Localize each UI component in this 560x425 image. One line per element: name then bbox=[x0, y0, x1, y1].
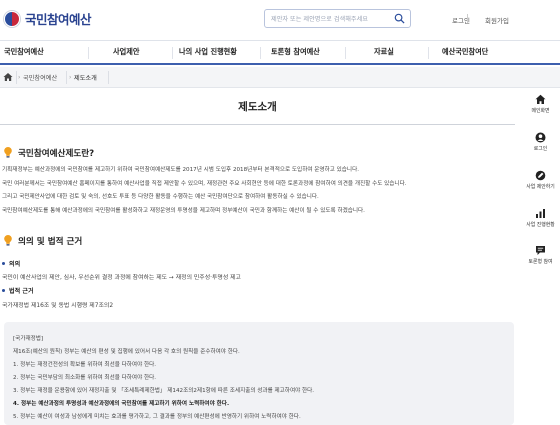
lightbulb-icon bbox=[4, 147, 12, 158]
subheading-label: 법적 근거 bbox=[9, 288, 34, 295]
quick-menu-item-main[interactable]: 메인화면 bbox=[521, 94, 560, 114]
quick-menu-item-propose[interactable]: 사업 제안하기 bbox=[521, 170, 560, 190]
breadcrumb-item-current: 제도소개 bbox=[74, 75, 97, 82]
user-icon bbox=[535, 132, 546, 143]
nav-item-participatory-budget[interactable]: 국민참여예산 bbox=[4, 47, 44, 57]
quick-menu-label: 토론형 참여 bbox=[528, 259, 553, 265]
nav-item-data-room[interactable]: 자료실 bbox=[374, 47, 394, 57]
nav-divider bbox=[428, 47, 429, 59]
section-title: 국민참여예산제도란? bbox=[18, 148, 95, 159]
subheading-significance: 의의 bbox=[2, 259, 20, 268]
quick-menu-label: 메인화면 bbox=[531, 108, 550, 114]
quick-menu-item-discussion[interactable]: 토론형 참여 bbox=[521, 245, 560, 265]
section-title: 의의 및 법적 근거 bbox=[18, 236, 83, 247]
page-title: 제도소개 bbox=[238, 101, 277, 113]
paragraph-line: 그리고 국민제안사업에 대한 검토 및 숙의, 선호도 투표 등 다양한 활동을… bbox=[2, 194, 319, 201]
law-line: 3. 정부는 재정을 운용함에 있어 재정지출 및 「조세특례제한법」 제142… bbox=[13, 388, 315, 394]
discussion-icon bbox=[536, 246, 545, 255]
search-input[interactable] bbox=[271, 12, 389, 26]
taegeuk-logo-icon bbox=[4, 10, 20, 27]
bullet-icon bbox=[2, 289, 5, 292]
nav-item-my-progress[interactable]: 나의 사업 진행현황 bbox=[179, 47, 237, 57]
subheading-legal-basis: 법적 근거 bbox=[2, 286, 34, 295]
breadcrumb-item-home-section[interactable]: 국민참여예산 bbox=[23, 73, 57, 82]
significance-text: 국민이 예산사업의 제안, 심사, 우선순위 결정 과정에 참여하는 제도 → … bbox=[2, 275, 241, 281]
nav-divider bbox=[172, 47, 173, 59]
chevron-right-icon: › bbox=[18, 74, 21, 81]
law-line: 1. 정부는 재정건전성의 확보를 위하여 최선을 다하여야 한다. bbox=[13, 362, 157, 368]
law-line: 2. 정부는 국민부담의 최소화를 위하여 최선을 다하여야 한다. bbox=[13, 375, 157, 381]
quick-menu-label: 사업 제안하기 bbox=[526, 184, 555, 190]
signup-link[interactable]: 회원가입 bbox=[485, 15, 509, 25]
legal-basis-text: 국가재정법 제16조 및 동법 시행령 제7조의2 bbox=[2, 303, 114, 309]
chevron-right-icon: › bbox=[69, 74, 72, 81]
main-nav: 국민참여예산 사업제안 나의 사업 진행현황 토론형 참여예산 자료실 예산국민… bbox=[0, 40, 560, 65]
home-icon bbox=[535, 94, 546, 104]
site-logo[interactable]: 국민참여예산 bbox=[4, 9, 92, 28]
intro-paragraph: 기획재정부는 예산과정에의 국민참여를 제고하기 위하여 국민참여예산제도를 2… bbox=[2, 164, 507, 218]
search-icon[interactable] bbox=[394, 13, 405, 24]
breadcrumb: › 국민참여예산 › 제도소개 bbox=[0, 67, 560, 88]
chart-icon bbox=[536, 209, 545, 218]
breadcrumb-divider bbox=[66, 71, 67, 84]
nav-item-business-proposal[interactable]: 사업제안 bbox=[113, 47, 139, 57]
subheading-label: 의의 bbox=[9, 261, 21, 268]
lightbulb-icon bbox=[4, 235, 12, 246]
nav-divider bbox=[260, 47, 261, 59]
header-divider bbox=[467, 14, 468, 23]
home-icon[interactable] bbox=[3, 72, 13, 82]
propose-icon bbox=[535, 170, 546, 181]
search-box bbox=[264, 9, 411, 28]
quick-menu-item-login[interactable]: 로그인 bbox=[521, 132, 560, 152]
site-header: 국민참여예산 로그인 회원가입 bbox=[0, 0, 560, 40]
law-excerpt-box: [국가재정법] 제16조(예산의 원칙) 정부는 예산의 편성 및 집행에 있어… bbox=[4, 322, 514, 425]
quick-menu-label: 사업 진행현황 bbox=[526, 222, 555, 228]
law-line: 제16조(예산의 원칙) 정부는 예산의 편성 및 집행에 있어서 다음 각 호… bbox=[13, 349, 240, 355]
breadcrumb-divider bbox=[16, 71, 17, 84]
law-line: [국가재정법] bbox=[13, 336, 44, 342]
paragraph-line: 국민 여러분께서는 국민참여예산 홈페이지를 통하여 예산사업을 직접 제안할 … bbox=[2, 180, 407, 187]
breadcrumb-divider bbox=[108, 71, 109, 84]
nav-item-citizen-group[interactable]: 예산국민참여단 bbox=[442, 47, 488, 57]
section-heading-intro: 국민참여예산제도란? bbox=[3, 146, 94, 159]
paragraph-line: 기획재정부는 예산과정에의 국민참여를 제고하기 위하여 국민참여예산제도를 2… bbox=[2, 167, 359, 173]
logo-text: 국민참여예산 bbox=[25, 12, 92, 27]
nav-item-discussion-budget[interactable]: 토론형 참여예산 bbox=[271, 47, 320, 57]
title-divider bbox=[0, 124, 515, 125]
nav-divider bbox=[345, 47, 346, 59]
law-line-highlighted: 4. 정부는 예산과정의 투명성과 예산과정에의 국민참여를 제고하기 위하여 … bbox=[13, 401, 230, 407]
section-heading-significance: 의의 및 법적 근거 bbox=[3, 234, 82, 247]
law-line: 5. 정부는 예산이 여성과 남성에게 미치는 효과를 평가하고, 그 결과를 … bbox=[13, 414, 301, 420]
quick-menu-label: 로그인 bbox=[533, 146, 548, 152]
quick-menu-item-progress[interactable]: 사업 진행현황 bbox=[521, 208, 560, 228]
nav-divider bbox=[88, 47, 89, 59]
bullet-icon bbox=[2, 262, 5, 265]
paragraph-line: 국민참여예산제도를 통해 예산과정에의 국민참여를 활성화하고 재정운영의 투명… bbox=[2, 207, 365, 214]
